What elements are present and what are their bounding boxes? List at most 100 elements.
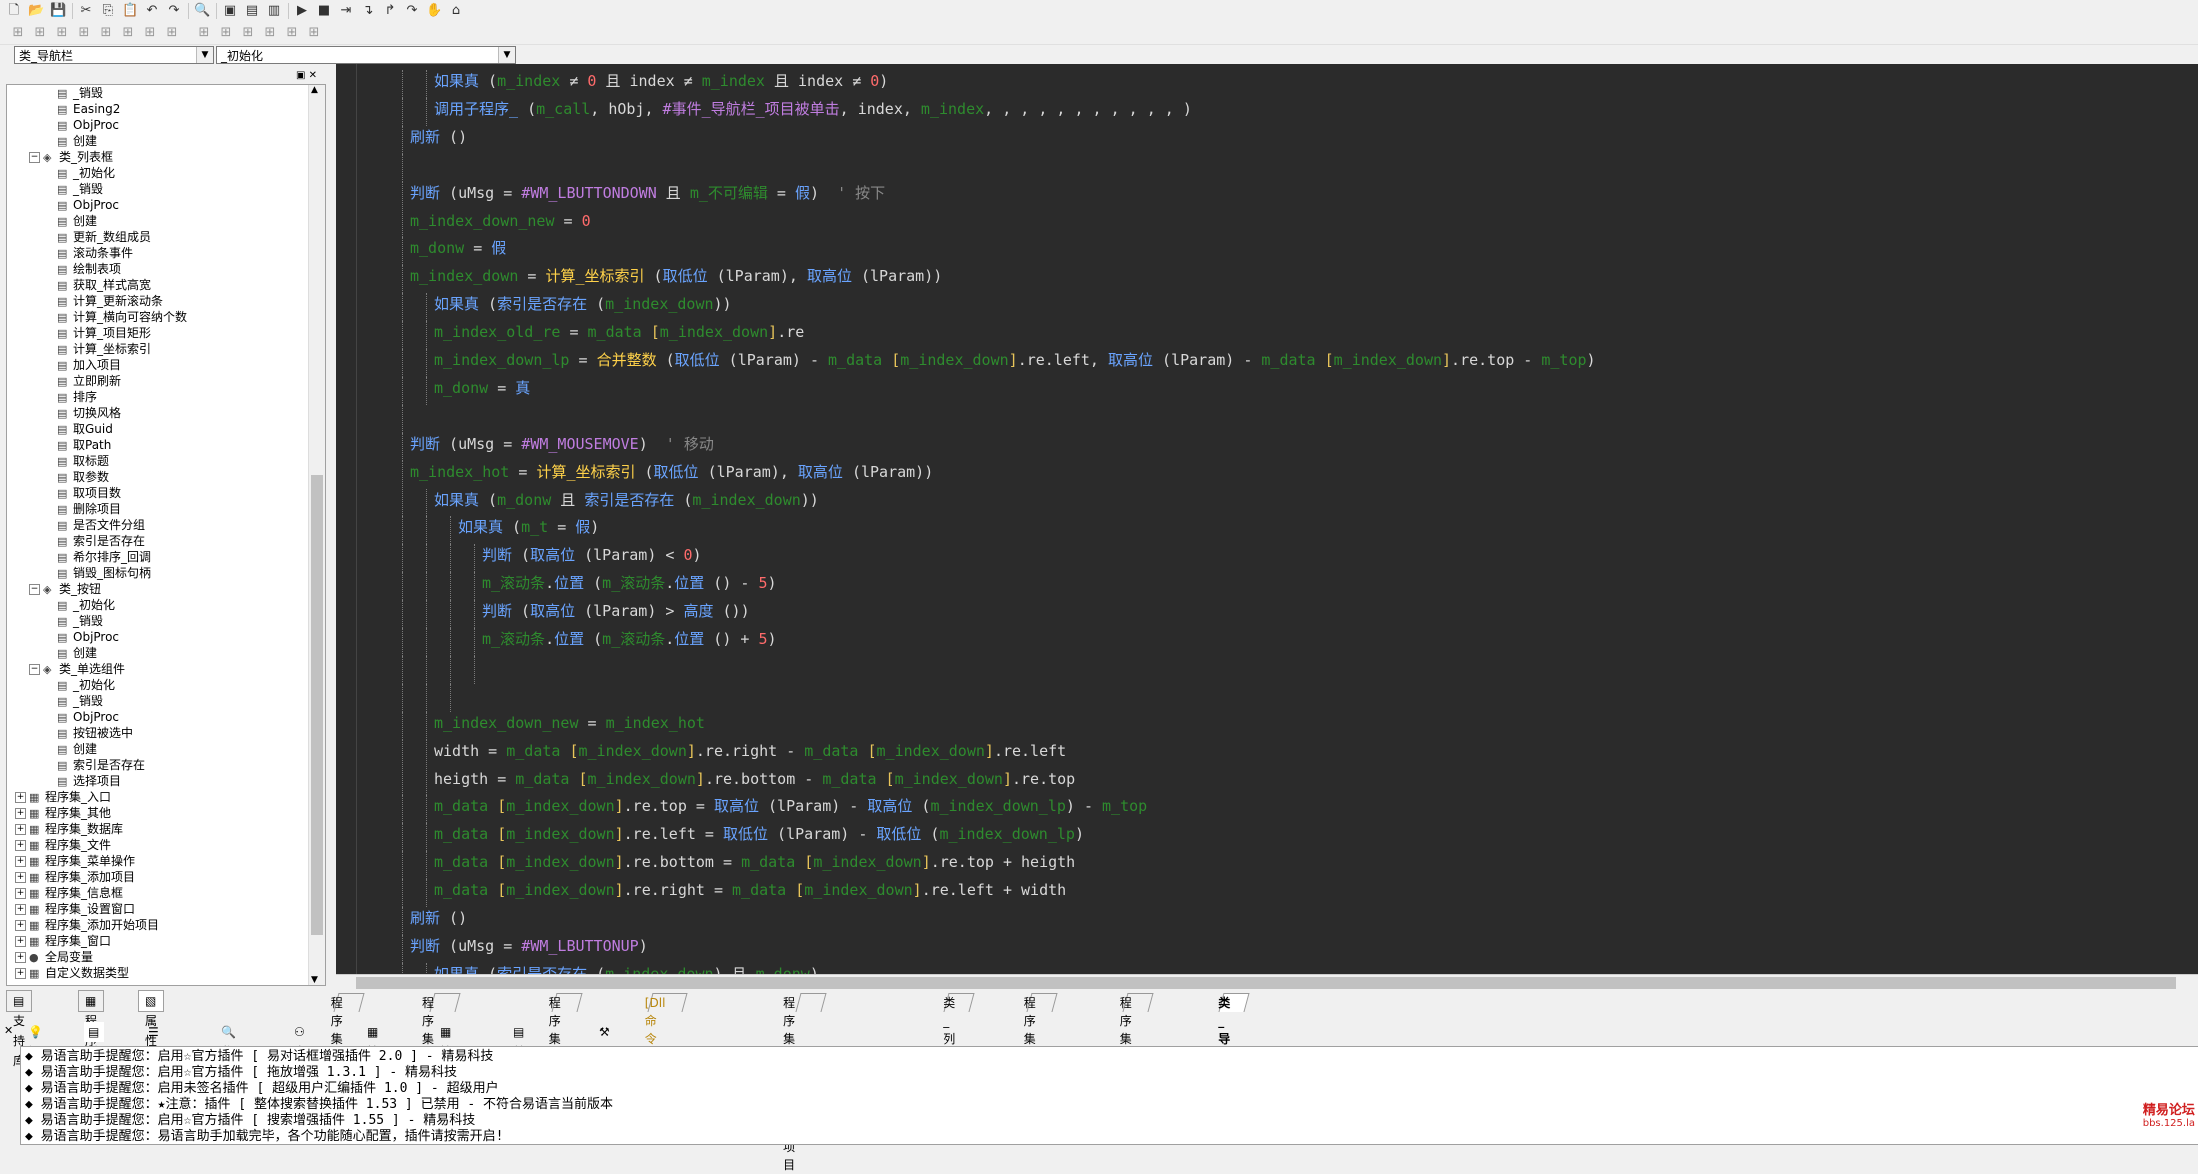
- tree-scroll-thumb[interactable]: [311, 475, 323, 935]
- code-line[interactable]: 判断 (uMsg = #WM_MOUSEMOVE) ' 移动: [410, 433, 714, 455]
- tree-item[interactable]: ▤ 删除项目: [57, 501, 121, 517]
- tab-properties[interactable]: ▧ 属性: [138, 990, 165, 1048]
- tree-item[interactable]: ▤ ObjProc: [57, 197, 119, 213]
- code-line[interactable]: 判断 (uMsg = #WM_LBUTTONUP): [410, 935, 648, 957]
- tree-item[interactable]: ▤ 更新_数组成员: [57, 229, 151, 245]
- tree-item[interactable]: + ▦ 程序集_菜单操作: [15, 853, 135, 869]
- scroll-down-icon[interactable]: ▼: [311, 975, 318, 985]
- tree-item[interactable]: + ▦ 程序集_其他: [15, 805, 111, 821]
- tree-item[interactable]: ▤ 计算_坐标索引: [57, 341, 151, 357]
- doc-tab[interactable]: 程序集_窗口: [549, 993, 583, 1100]
- window3-icon[interactable]: ▥: [266, 3, 282, 19]
- code-line[interactable]: 如果真 (m_donw 且 索引是否存在 (m_index_down)): [434, 489, 819, 511]
- code-line[interactable]: m_index_down_new = m_index_hot: [434, 712, 705, 734]
- align-icon[interactable]: ⊞: [196, 25, 212, 41]
- bottom-tab[interactable]: ⚇ 变量表: [290, 1022, 310, 1099]
- editor-hscrollbar[interactable]: [336, 974, 2198, 991]
- tree-item[interactable]: ▤ 索引是否存在: [57, 757, 145, 773]
- undo-icon[interactable]: ↶: [144, 3, 160, 19]
- tree-item[interactable]: ▤ 创建: [57, 133, 97, 149]
- tree-item[interactable]: + ▦ 程序集_入口: [15, 789, 111, 805]
- save-icon[interactable]: 💾: [50, 3, 66, 19]
- tree-item[interactable]: ▤ 取标题: [57, 453, 109, 469]
- tree-item[interactable]: + ▦ 程序集_添加项目: [15, 869, 135, 885]
- code-editor[interactable]: 如果真 (m_index ≠ 0 且 index ≠ m_index 且 ind…: [336, 64, 2198, 974]
- code-line[interactable]: 判断 (取高位 (lParam) < 0): [482, 544, 702, 566]
- tree-item[interactable]: + ▦ 程序集_添加开始项目: [15, 917, 159, 933]
- step-icon[interactable]: ⇥: [338, 3, 354, 19]
- new-file-icon[interactable]: 🗋: [6, 3, 22, 19]
- code-line[interactable]: m_data [m_index_down].re.right = m_data …: [434, 879, 1066, 901]
- doc-tab[interactable]: 类_导航栏: [1218, 993, 1250, 1082]
- tree-item[interactable]: + ● 全局变量: [15, 949, 93, 965]
- window2-icon[interactable]: ▤: [244, 3, 260, 19]
- align-icon[interactable]: ⊞: [98, 25, 114, 41]
- tree-item[interactable]: ▤ _销毁: [57, 85, 103, 101]
- copy-icon[interactable]: ⎘: [100, 3, 116, 19]
- tree-item[interactable]: ▤ Easing2: [57, 101, 120, 117]
- doc-tab[interactable]: 程序集_文件: [331, 993, 365, 1100]
- tree-item[interactable]: ▤ 排序: [57, 389, 97, 405]
- tree-item[interactable]: ▤ _销毁: [57, 181, 103, 197]
- code-line[interactable]: m_data [m_index_down].re.bottom = m_data…: [434, 851, 1075, 873]
- expand-icon[interactable]: +: [15, 840, 26, 851]
- code-line[interactable]: 如果真 (m_index ≠ 0 且 index ≠ m_index 且 ind…: [434, 70, 888, 92]
- tree-item[interactable]: ▤ 立即刷新: [57, 373, 121, 389]
- code-line[interactable]: m_index_down_new = 0: [410, 210, 591, 232]
- tree-item[interactable]: ▤ 创建: [57, 645, 97, 661]
- run-icon[interactable]: ▶: [294, 3, 310, 19]
- align-icon[interactable]: ⊞: [54, 25, 70, 41]
- tree-item[interactable]: ▤ 创建: [57, 741, 97, 757]
- code-line[interactable]: m_index_old_re = m_data [m_index_down].r…: [434, 321, 804, 343]
- align-icon[interactable]: ⊞: [10, 25, 26, 41]
- tree-item[interactable]: ▤ 计算_项目矩形: [57, 325, 151, 341]
- align-icon[interactable]: ⊞: [142, 25, 158, 41]
- code-line[interactable]: 调用子程序_ (m_call, hObj, #事件_导航栏_项目被单击, ind…: [434, 98, 1192, 120]
- collapse-icon[interactable]: −: [29, 664, 40, 675]
- expand-icon[interactable]: +: [15, 968, 26, 979]
- tree-item[interactable]: ▤ 索引是否存在: [57, 533, 145, 549]
- tab-support-lib[interactable]: ▤ 支持库: [6, 990, 33, 1068]
- code-line[interactable]: 刷新 (): [410, 126, 467, 148]
- tree-item[interactable]: ▤ 希尔排序_回调: [57, 549, 151, 565]
- tree-item[interactable]: + ▦ 自定义数据类型: [15, 965, 129, 981]
- bottom-tab[interactable]: ▦ 搜寻2: [436, 1022, 456, 1099]
- bottom-tab[interactable]: 🔍 监视表: [217, 1022, 240, 1099]
- expand-icon[interactable]: +: [15, 792, 26, 803]
- bottom-tab[interactable]: ▦ 搜寻1: [363, 1022, 383, 1099]
- collapse-icon[interactable]: −: [29, 152, 40, 163]
- code-line[interactable]: m_donw = 假: [410, 237, 506, 259]
- doc-tab[interactable]: 程序集_添加开始项目: [783, 993, 827, 1172]
- code-line[interactable]: width = m_data [m_index_down].re.right -…: [434, 740, 1066, 762]
- bottom-tab[interactable]: ⚒ 工具箱: [595, 1022, 615, 1099]
- bottom-close-icon[interactable]: ✕: [4, 1024, 13, 1037]
- tree-item[interactable]: ▤ 计算_更新滚动条: [57, 293, 163, 309]
- paste-icon[interactable]: 📋: [122, 3, 138, 19]
- cut-icon[interactable]: ✂: [78, 3, 94, 19]
- tree-scrollbar[interactable]: ▲ ▼: [308, 85, 325, 985]
- expand-icon[interactable]: +: [15, 888, 26, 899]
- tree-item[interactable]: ▤ 计算_横向可容纳个数: [57, 309, 187, 325]
- code-line[interactable]: m_index_hot = 计算_坐标索引 (取低位 (lParam), 取高位…: [410, 461, 933, 483]
- tree-item[interactable]: ▤ ObjProc: [57, 709, 119, 725]
- expand-icon[interactable]: +: [15, 952, 26, 963]
- tree-item[interactable]: + ▦ 程序集_数据库: [15, 821, 123, 837]
- tree-item[interactable]: ▤ 加入项目: [57, 357, 121, 373]
- code-line[interactable]: m_donw = 真: [434, 377, 530, 399]
- bottom-tab[interactable]: 💡 提示: [24, 1022, 47, 1079]
- code-line[interactable]: 如果真 (索引是否存在 (m_index_down)): [434, 293, 732, 315]
- tree-item[interactable]: + ▦ 程序集_信息框: [15, 885, 123, 901]
- align-icon[interactable]: ⊞: [76, 25, 92, 41]
- tree-item[interactable]: ▤ 取参数: [57, 469, 109, 485]
- doc-tab[interactable]: 类_列表框: [943, 993, 975, 1082]
- bottom-tab[interactable]: ▤ 输出: [84, 1022, 105, 1079]
- tree-item[interactable]: − ◈ 类_按钮: [29, 581, 101, 597]
- step-over-icon[interactable]: ↷: [404, 3, 420, 19]
- tree-item[interactable]: ▤ _初始化: [57, 165, 115, 181]
- class-selector[interactable]: 类_导航栏 ▼: [14, 46, 214, 64]
- open-icon[interactable]: 📂: [28, 3, 44, 19]
- editor-hscroll-thumb[interactable]: [356, 977, 2176, 989]
- bottom-tab[interactable]: ▤ 剪辑历史: [509, 1022, 529, 1119]
- tree-item[interactable]: ▤ _销毁: [57, 693, 103, 709]
- tree-item[interactable]: − ◈ 类_单选组件: [29, 661, 125, 677]
